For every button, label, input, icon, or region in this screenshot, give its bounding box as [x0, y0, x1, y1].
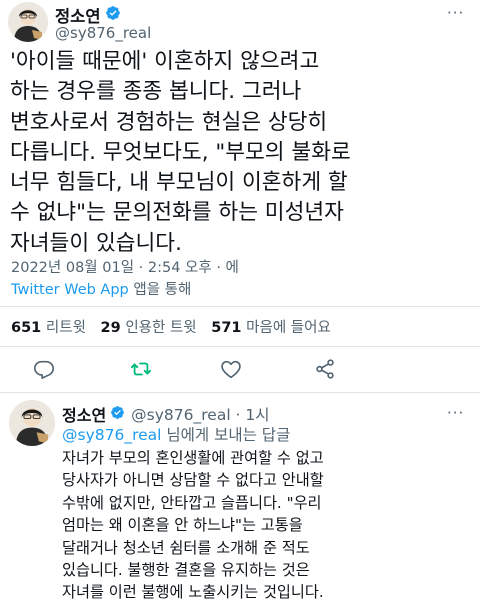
replying-to: @sy876_real 님에게 보내는 답글 — [62, 424, 290, 446]
tweet-stats: 651 리트윗 29 인용한 트윗 571 마음에 들어요 — [11, 318, 341, 338]
divider — [0, 392, 480, 393]
divider — [0, 306, 480, 307]
tweet-text-line: 하는 경우를 종종 봅니다. 그러나 — [10, 79, 302, 105]
quotes-count: 29 — [100, 320, 121, 336]
quotes-stat[interactable]: 29 인용한 트윗 — [101, 320, 197, 336]
reply-text-line: 당사자가 아니면 상담할 수 없다고 안내할 — [62, 471, 324, 490]
quotes-label: 인용한 트윗 — [125, 320, 197, 336]
retweets-label: 리트윗 — [45, 320, 86, 336]
retweet-icon[interactable] — [128, 356, 154, 382]
author-handle[interactable]: @sy876_real — [55, 24, 151, 42]
reply-text-line: 달래거나 청소년 쉼터를 소개해 준 적도 — [62, 538, 310, 557]
likes-stat[interactable]: 571 마음에 들어요 — [211, 320, 331, 336]
reply-author-name[interactable]: 정소연 — [62, 402, 106, 426]
replying-suffix: 님에게 보내는 답글 — [161, 426, 291, 444]
reply-text-line: 있습니다. 불행한 결혼을 유지하는 것은 — [62, 561, 310, 580]
reply-more-options-icon[interactable]: ··· — [447, 406, 464, 421]
tweet-text-line: 너무 힘들다, 내 부모님이 이혼하게 할 — [10, 170, 348, 196]
replying-mention-link[interactable]: @sy876_real — [62, 426, 161, 444]
tweet-text-line: 다릅니다. 무엇보다도, "부모의 불화로 — [10, 139, 351, 165]
reply-author-name-line: 정소연 @sy876_real · 1시 — [62, 402, 270, 426]
reply-author-avatar[interactable] — [9, 400, 55, 446]
likes-count: 571 — [211, 320, 242, 336]
source-app-link[interactable]: Twitter Web App — [11, 282, 129, 298]
divider — [0, 346, 480, 347]
reply-text-line: 엄마는 왜 이혼을 안 하느냐"는 고통을 — [62, 516, 303, 535]
tweet-timestamp[interactable]: 2022년 08월 01일 · 2:54 오후 · 에 — [11, 258, 239, 278]
tweet-text: '아이들 때문에' 이혼하지 않으려고 하는 경우를 종종 봅니다. 그러나 변… — [10, 47, 472, 259]
source-suffix: 앱을 통해 — [128, 282, 192, 298]
reply-author-handle[interactable]: @sy876_real · 1시 — [131, 403, 269, 425]
likes-label: 마음에 들어요 — [246, 320, 331, 336]
reply-text-line: 자녀를 이런 불행에 노출시키는 것입니다. — [62, 583, 324, 600]
more-options-icon[interactable]: ··· — [447, 6, 464, 21]
share-icon[interactable] — [312, 356, 338, 382]
tweet-actions — [0, 356, 480, 384]
reply-text-line: 자녀가 부모의 혼인생활에 관여할 수 없고 — [62, 449, 324, 467]
reply-icon[interactable] — [31, 356, 57, 382]
verified-badge-icon — [110, 405, 125, 424]
tweet-text-line: 변호사로서 경험하는 현실은 상당히 — [10, 109, 328, 135]
author-avatar[interactable] — [8, 2, 48, 42]
tweet-text-line: 수 없냐"는 문의전화를 하는 미성년자 — [10, 200, 344, 226]
like-icon[interactable] — [218, 356, 244, 382]
retweets-count: 651 — [11, 320, 42, 336]
verified-badge-icon — [105, 5, 121, 25]
reply-text: 자녀가 부모의 혼인생활에 관여할 수 없고 당사자가 아니면 상담할 수 없다… — [62, 447, 324, 600]
retweets-stat[interactable]: 651 리트윗 — [11, 320, 86, 336]
tweet-text-line: '아이들 때문에' 이혼하지 않으려고 — [10, 49, 320, 74]
tweet-source: Twitter Web App 앱을 통해 — [11, 280, 191, 300]
tweet-text-line: 자녀들이 있습니다. — [10, 230, 182, 256]
reply-text-line: 수밖에 없지만, 안타깝고 슬픕니다. "우리 — [62, 493, 322, 512]
